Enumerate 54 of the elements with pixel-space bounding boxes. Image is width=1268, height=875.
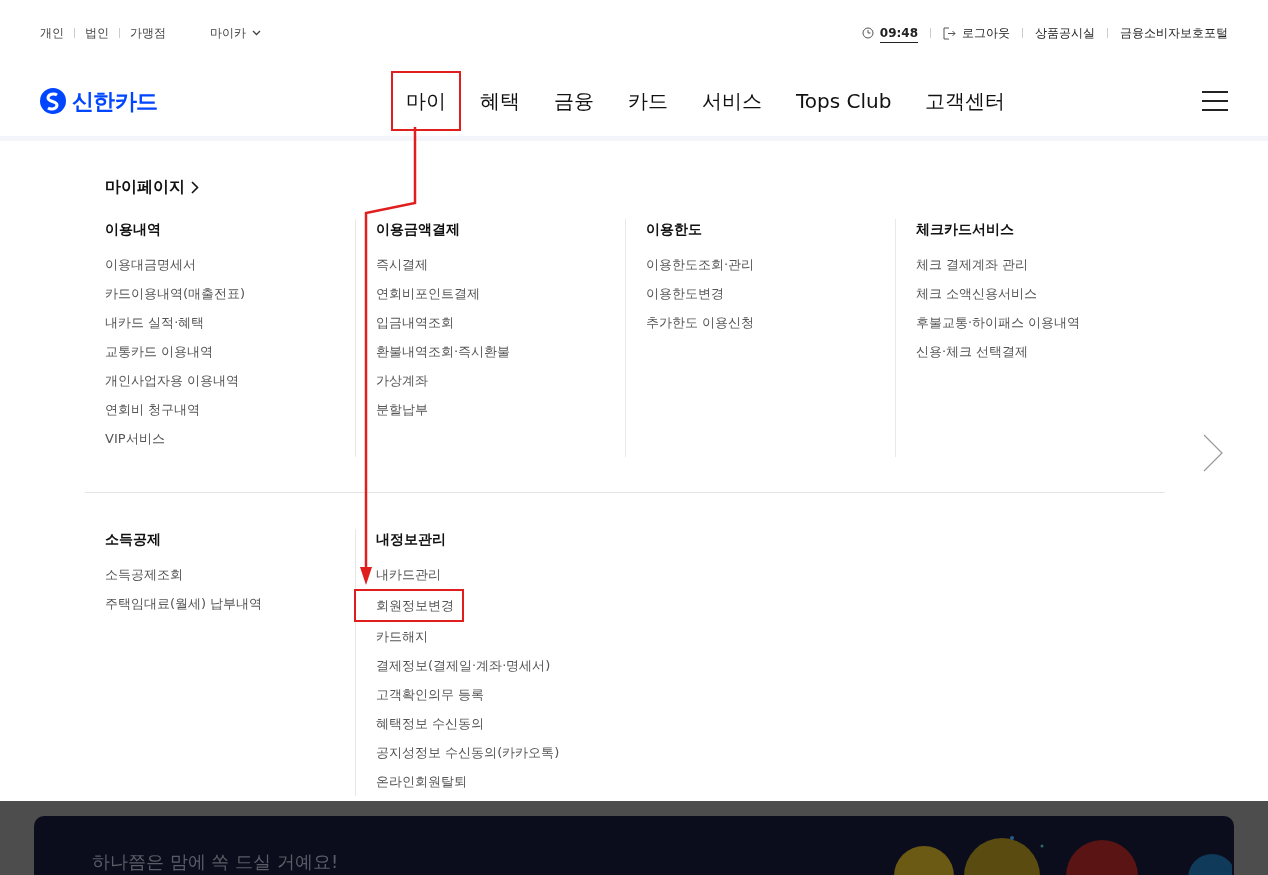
mypage-link[interactable]: 마이페이지 [85,175,1165,199]
menu-link[interactable]: 추가한도 이용신청 [646,308,755,337]
nav-tab[interactable]: 서비스 [689,73,775,129]
menu-heading: 이용금액결제 [376,220,461,239]
menu-link[interactable]: 카드이용내역(매출전표) [105,279,246,308]
mycar-dropdown[interactable]: 마이카 [210,24,261,42]
session-time: 09:48 [879,23,918,43]
menu-link[interactable]: 혜택정보 수신동의 [376,709,485,738]
menu-link[interactable]: 이용대금명세서 [105,250,196,279]
menu-link[interactable]: 소득공제조회 [105,560,183,589]
menu-link[interactable]: 가상계좌 [376,366,428,395]
segment-link[interactable]: 법인 [85,24,109,42]
menu-link[interactable]: 카드해지 [376,622,428,651]
menu-link[interactable]: 공지성정보 수신동의(카카오톡) [376,738,560,767]
segment-link[interactable]: 가맹점 [130,24,166,42]
utility-link[interactable]: 상품공시실 [1035,24,1095,42]
nav-tab[interactable]: Tops Club [783,73,905,129]
menu-link[interactable]: 즉시결제 [376,250,428,279]
menu-heading: 이용내역 [105,220,162,239]
logout-link[interactable]: 로그아웃 [943,24,1010,42]
menu-link[interactable]: 개인사업자용 이용내역 [105,366,240,395]
menu-link[interactable]: 온라인회원탈퇴 [376,767,467,796]
menu-link[interactable]: 교통카드 이용내역 [105,337,214,366]
menu-link[interactable]: 고객확인의무 등록 [376,680,485,709]
menu-link[interactable]: 신용·체크 선택결제 [916,337,1029,366]
menu-heading: 내정보관리 [376,530,447,549]
nav-tab[interactable]: 고객센터 [912,73,1019,129]
menu-link[interactable]: 내카드관리 [376,560,441,589]
nav-tab[interactable]: 혜택 [467,73,533,129]
menu-link[interactable]: 내카드 실적·혜택 [105,308,205,337]
menu-link[interactable]: 주택임대료(월세) 납부내역 [105,589,263,618]
nav-tab[interactable]: 마이 [393,73,459,129]
menu-link[interactable]: 연회비 청구내역 [105,395,201,424]
nav-tab[interactable]: 카드 [615,73,681,129]
menu-heading: 소득공제 [105,530,162,549]
menu-link[interactable]: 연회비포인트결제 [376,279,480,308]
menu-link[interactable]: VIP서비스 [105,424,165,453]
utility-link[interactable]: 금융소비자보호포털 [1120,24,1228,42]
segment-link[interactable]: 개인 [40,24,64,42]
menu-link[interactable]: 회원정보변경 [356,591,462,620]
menu-heading: 이용한도 [646,220,703,239]
menu-heading: 체크카드서비스 [916,220,1015,239]
menu-link[interactable]: 이용한도조회·관리 [646,250,755,279]
menu-link[interactable]: 입금내역조회 [376,308,454,337]
menu-link[interactable]: 후불교통·하이패스 이용내역 [916,308,1081,337]
brand-logo-text[interactable]: 신한카드 [72,84,158,118]
menu-link[interactable]: 환불내역조회·즉시환불 [376,337,511,366]
menu-link[interactable]: 분할납부 [376,395,428,424]
banner-headline: 하나쯤은 맘에 쏙 드실 거예요! [92,850,339,874]
menu-link[interactable]: 이용한도변경 [646,279,724,308]
menu-link[interactable]: 결제정보(결제일·계좌·명세서) [376,651,551,680]
menu-link[interactable]: 체크 결제계좌 관리 [916,250,1029,279]
nav-tab[interactable]: 금융 [541,73,607,129]
menu-link[interactable]: 체크 소액신용서비스 [916,279,1038,308]
